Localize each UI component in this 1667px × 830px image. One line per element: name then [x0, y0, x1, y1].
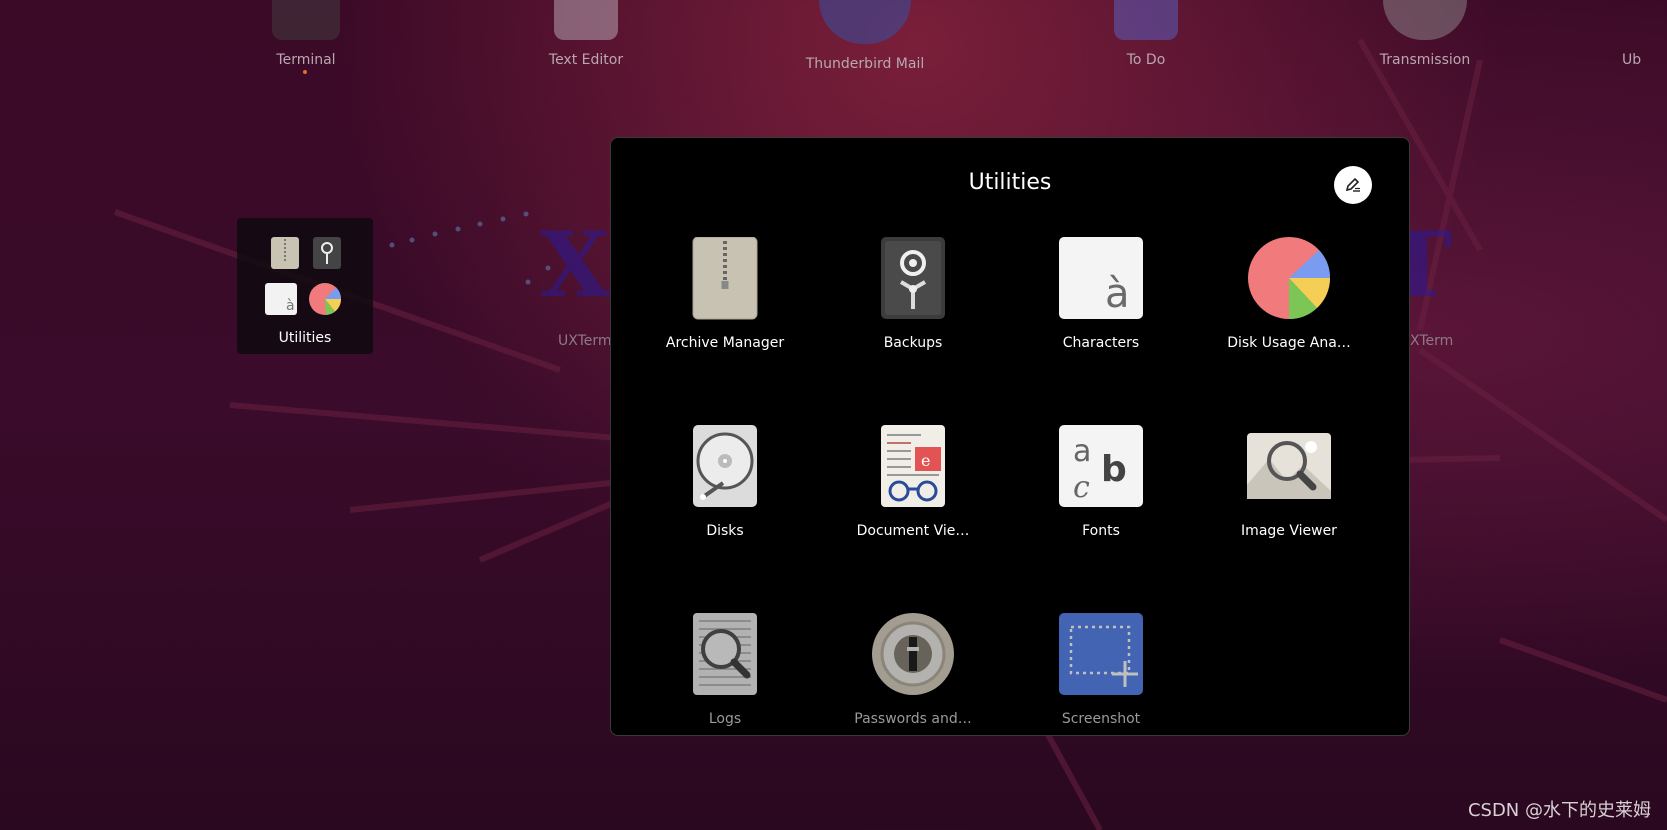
archive-icon	[270, 236, 304, 270]
characters-icon: à	[264, 282, 298, 316]
app-name: Disks	[706, 523, 744, 539]
fonts-icon: a b c	[1059, 425, 1143, 507]
dock-app-label: Terminal	[276, 52, 336, 68]
edit-folder-button[interactable]	[1334, 166, 1372, 204]
logs-icon	[693, 613, 757, 695]
dock-app-label: Text Editor	[548, 52, 624, 68]
svg-text:b: b	[1101, 449, 1127, 490]
uxterm-icon: X	[540, 212, 610, 318]
dock-app-label: Transmission	[1379, 52, 1471, 68]
edit-pen-icon	[1345, 177, 1360, 192]
svg-text:c: c	[1073, 470, 1090, 505]
svg-text:e: e	[921, 451, 930, 470]
app-name: Logs	[708, 711, 742, 727]
dock-app-label: To Do	[1126, 52, 1166, 68]
app-archive-manager[interactable]: Archive Manager	[645, 237, 805, 387]
todo-icon	[1114, 0, 1178, 40]
screenshot-icon	[1059, 613, 1143, 695]
bg-app-uxterm[interactable]: UXTerm	[558, 333, 612, 349]
app-name: Passwords and…	[854, 711, 972, 727]
text-editor-icon	[554, 0, 618, 40]
app-name: Fonts	[1082, 523, 1120, 539]
app-document-viewer[interactable]: e Document Vie…	[833, 425, 993, 575]
app-disks[interactable]: Disks	[645, 425, 805, 575]
utilities-folder[interactable]: à Utilities	[237, 218, 373, 354]
safe-icon	[881, 237, 945, 319]
pie-chart-icon	[308, 282, 342, 316]
dock-app-text-editor[interactable]: Text Editor	[506, 0, 666, 68]
svg-text:à: à	[1105, 271, 1130, 317]
dock-app-ub[interactable]: Ub	[1622, 0, 1667, 68]
app-name: Image Viewer	[1241, 523, 1337, 539]
app-disk-usage-analyzer[interactable]: Disk Usage Ana…	[1209, 237, 1369, 387]
watermark: CSDN @水下的史莱姆	[1467, 800, 1651, 821]
folder-label: Utilities	[278, 330, 332, 346]
svg-text:à: à	[286, 298, 295, 314]
terminal-icon	[272, 0, 340, 40]
running-indicator	[303, 70, 307, 74]
svg-text:a: a	[1073, 434, 1091, 469]
dock-app-terminal[interactable]: Terminal	[226, 0, 386, 68]
image-viewer-icon	[1247, 433, 1331, 499]
dock-app-todo[interactable]: To Do	[1066, 0, 1226, 68]
transmission-icon	[1383, 0, 1467, 40]
app-name: Document Vie…	[856, 523, 970, 539]
dock-app-transmission[interactable]: Transmission	[1345, 0, 1505, 68]
app-characters[interactable]: à Characters	[1021, 237, 1181, 387]
app-image-viewer[interactable]: Image Viewer	[1209, 425, 1369, 575]
app-screenshot[interactable]: Screenshot	[1021, 613, 1181, 763]
app-name: Archive Manager	[665, 335, 785, 351]
app-backups[interactable]: Backups	[833, 237, 993, 387]
bg-app-xterm[interactable]: XTerm	[1410, 333, 1453, 349]
dock-app-label: Ub	[1622, 52, 1642, 68]
safe-icon	[312, 236, 346, 270]
app-name: Disk Usage Ana…	[1227, 335, 1351, 351]
dock-app-label: Thunderbird Mail	[805, 56, 925, 72]
characters-icon: à	[1059, 237, 1143, 319]
thunderbird-icon	[819, 0, 911, 44]
dock-app-thunderbird[interactable]: Thunderbird Mail	[785, 0, 945, 72]
pie-chart-icon	[1248, 237, 1330, 320]
app-name: Backups	[883, 335, 943, 351]
archive-icon	[692, 237, 758, 320]
app-name: Characters	[1062, 335, 1140, 351]
app-passwords-and-keys[interactable]: Passwords and…	[833, 613, 993, 763]
app-name: Screenshot	[1061, 711, 1141, 727]
document-viewer-icon: e	[881, 425, 945, 507]
folder-dialog: Utilities Archive Manager Backups à Char…	[610, 137, 1410, 736]
app-fonts[interactable]: a b c Fonts	[1021, 425, 1181, 575]
disk-icon	[693, 425, 757, 507]
dialog-title: Utilities	[968, 170, 1052, 195]
app-logs[interactable]: Logs	[645, 613, 805, 763]
passwords-icon	[872, 613, 954, 695]
